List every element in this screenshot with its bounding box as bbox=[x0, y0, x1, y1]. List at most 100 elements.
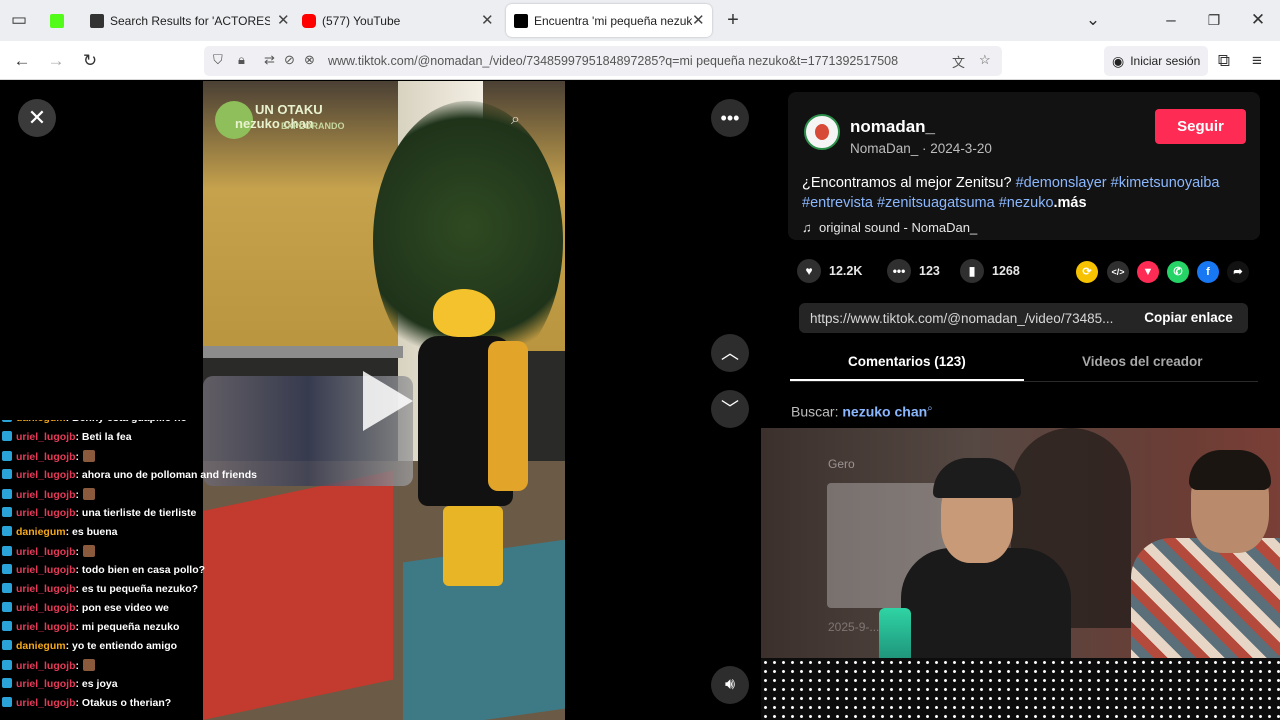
hashtag-link[interactable]: #demonslayer bbox=[1016, 175, 1107, 191]
tab-comments[interactable]: Comentarios (123) bbox=[848, 354, 966, 369]
chat-username: daniegum bbox=[16, 526, 66, 538]
tiktok-favicon-icon bbox=[514, 13, 528, 28]
window-close-icon[interactable]: ✕ bbox=[1247, 9, 1269, 31]
follow-button[interactable]: Seguir bbox=[1155, 109, 1246, 144]
emote-icon bbox=[83, 450, 96, 462]
chat-text: : yo te entiendo amigo bbox=[65, 640, 178, 652]
chat-username: uriel_lugojb bbox=[16, 621, 76, 633]
permissions-icon[interactable]: ⇄ bbox=[264, 52, 275, 68]
emote-icon bbox=[83, 659, 96, 671]
tab-list-chevron-icon[interactable]: ⌄ bbox=[1082, 9, 1104, 31]
chat-message: uriel_lugojb: bbox=[2, 659, 96, 672]
sound-label: original sound - NomaDan_ bbox=[818, 220, 978, 235]
hashtag-link[interactable]: #entrevista bbox=[802, 195, 873, 211]
volume-icon[interactable]: 🔊︎ bbox=[711, 666, 749, 704]
tab-creator-videos[interactable]: Videos del creador bbox=[1082, 354, 1203, 369]
platform-badge-icon bbox=[2, 678, 12, 688]
whatsapp-icon[interactable]: ✆ bbox=[1167, 261, 1189, 283]
tab-close-icon[interactable]: ✕ bbox=[481, 11, 494, 29]
chat-message: uriel_lugojb: es tu pequeña nezuko? bbox=[2, 583, 198, 595]
chevron-up-icon[interactable]: ︿ bbox=[711, 334, 749, 372]
chat-text: : pon ese video we bbox=[75, 602, 169, 614]
tab-close-icon[interactable]: ✕ bbox=[692, 11, 705, 29]
menu-icon[interactable]: ≡ bbox=[1246, 50, 1268, 72]
minimize-icon[interactable]: – bbox=[1160, 9, 1182, 31]
autoplay-blocked-icon[interactable]: ⊗ bbox=[304, 52, 315, 68]
hashtag-link[interactable]: #nezuko bbox=[999, 195, 1054, 211]
chat-text: : es joya bbox=[75, 678, 118, 690]
tab-title: Search Results for 'ACTORES DE bbox=[110, 13, 270, 28]
back-arrow-icon[interactable]: ← bbox=[11, 50, 33, 72]
address-bar[interactable]: ⛉ 🔒︎ ⇄ ⊘ ⊗ www.tiktok.com/@nomadan_/vide… bbox=[204, 46, 1002, 76]
browser-tab-bar: ▭ Search Results for 'ACTORES DE ✕ (577)… bbox=[0, 0, 1280, 41]
camera-blocked-icon[interactable]: ⊘ bbox=[284, 52, 295, 68]
chat-message: uriel_lugojb: bbox=[2, 545, 96, 558]
forward-arrow-icon[interactable]: → bbox=[45, 50, 67, 72]
translate-icon[interactable]: 文 bbox=[952, 52, 965, 71]
platform-badge-icon bbox=[2, 507, 12, 517]
more-link[interactable]: .más bbox=[1054, 195, 1087, 211]
chevron-down-icon[interactable]: ﹀ bbox=[711, 390, 749, 428]
like-count: 12.2K bbox=[829, 264, 863, 278]
share-link-url[interactable]: https://www.tiktok.com/@nomadan_/video/7… bbox=[810, 311, 1113, 326]
save-button[interactable]: ▮ 1268 bbox=[960, 259, 1020, 283]
share-arrow-icon[interactable]: ➦ bbox=[1227, 261, 1249, 283]
search-term-link[interactable]: nezuko chan bbox=[842, 404, 927, 420]
reload-icon[interactable]: ↻ bbox=[79, 50, 101, 72]
embed-icon[interactable]: </> bbox=[1107, 261, 1129, 283]
stream-chat-overlay: daniegum: Benny esta guapillo nouriel_lu… bbox=[0, 420, 300, 720]
tab-search-results[interactable]: Search Results for 'ACTORES DE ✕ bbox=[84, 4, 294, 37]
chat-username: uriel_lugojb bbox=[16, 583, 76, 595]
play-icon[interactable] bbox=[363, 371, 413, 431]
shield-icon[interactable]: ⛉ bbox=[213, 52, 223, 68]
platform-badge-icon bbox=[2, 640, 12, 650]
chat-text: : todo bien en casa pollo? bbox=[75, 564, 206, 576]
tiktok-video-page: ✕ UN OTAKU nezuko chan EXPLORANDO ⌕ ••• … bbox=[0, 81, 1280, 720]
chat-text: : Beti la fea bbox=[75, 431, 132, 443]
comment-date: 2025-9-... bbox=[828, 620, 880, 634]
sound-link[interactable]: ♫ original sound - NomaDan_ bbox=[802, 220, 977, 235]
repost-icon[interactable]: ⟳ bbox=[1076, 261, 1098, 283]
chat-message: uriel_lugojb: bbox=[2, 488, 96, 501]
chat-message: uriel_lugojb: ahora uno de polloman and … bbox=[2, 469, 257, 481]
chat-text: : es tu pequeña nezuko? bbox=[75, 583, 199, 595]
chat-message: daniegum: Benny esta guapillo no bbox=[2, 420, 187, 424]
hashtag-link[interactable]: #zenitsuagatsuma bbox=[877, 195, 995, 211]
platform-badge-icon bbox=[2, 469, 12, 479]
close-icon[interactable]: ✕ bbox=[18, 99, 56, 137]
author-handle[interactable]: nomadan_ bbox=[850, 117, 935, 137]
extensions-icon[interactable]: ⧉ bbox=[1213, 50, 1235, 72]
chat-username: daniegum bbox=[16, 640, 66, 652]
tab-kick[interactable] bbox=[50, 4, 74, 37]
tab-close-icon[interactable]: ✕ bbox=[277, 11, 290, 29]
chat-text: : Benny esta guapillo no bbox=[66, 420, 187, 424]
tab-overview-icon[interactable]: ▭ bbox=[8, 9, 30, 31]
chat-message: uriel_lugojb: Beti la fea bbox=[2, 431, 132, 443]
lock-icon[interactable]: 🔒︎ bbox=[238, 52, 245, 68]
tab-tiktok-active[interactable]: Encuentra 'mi pequeña nezuko' ✕ bbox=[506, 4, 712, 37]
copy-link-button[interactable]: Copiar enlace bbox=[1129, 303, 1248, 333]
video-description: ¿Encontramos al mejor Zenitsu? #demonsla… bbox=[802, 173, 1252, 213]
avatar[interactable] bbox=[804, 114, 840, 150]
active-tab-indicator bbox=[790, 379, 1024, 381]
bookmark-star-icon[interactable]: ☆ bbox=[979, 52, 991, 68]
chat-username: uriel_lugojb bbox=[16, 451, 76, 463]
plus-icon[interactable]: + bbox=[722, 9, 744, 31]
comment-button[interactable]: ••• 123 bbox=[887, 259, 940, 283]
bookmark-icon: ▮ bbox=[960, 259, 984, 283]
facebook-icon[interactable]: f bbox=[1197, 261, 1219, 283]
hashtag-link[interactable]: #kimetsunoyaiba bbox=[1111, 175, 1220, 191]
maximize-icon[interactable]: ❐ bbox=[1203, 9, 1225, 31]
send-icon[interactable]: ▼ bbox=[1137, 261, 1159, 283]
more-options-icon[interactable]: ••• bbox=[711, 99, 749, 137]
signin-button[interactable]: ◉ Iniciar sesión bbox=[1104, 46, 1209, 76]
search-label: Buscar: bbox=[791, 403, 839, 420]
url-text: www.tiktok.com/@nomadan_/video/734859979… bbox=[328, 54, 899, 68]
description-text: ¿Encontramos al mejor Zenitsu? bbox=[802, 175, 1012, 191]
tab-title: Encuentra 'mi pequeña nezuko' bbox=[534, 13, 692, 28]
comment-count: 123 bbox=[919, 264, 940, 278]
chat-message: daniegum: yo te entiendo amigo bbox=[2, 640, 177, 652]
like-button[interactable]: ♥ 12.2K bbox=[797, 259, 862, 283]
platform-badge-icon bbox=[2, 697, 12, 707]
tab-youtube[interactable]: (577) YouTube ✕ bbox=[296, 4, 500, 37]
